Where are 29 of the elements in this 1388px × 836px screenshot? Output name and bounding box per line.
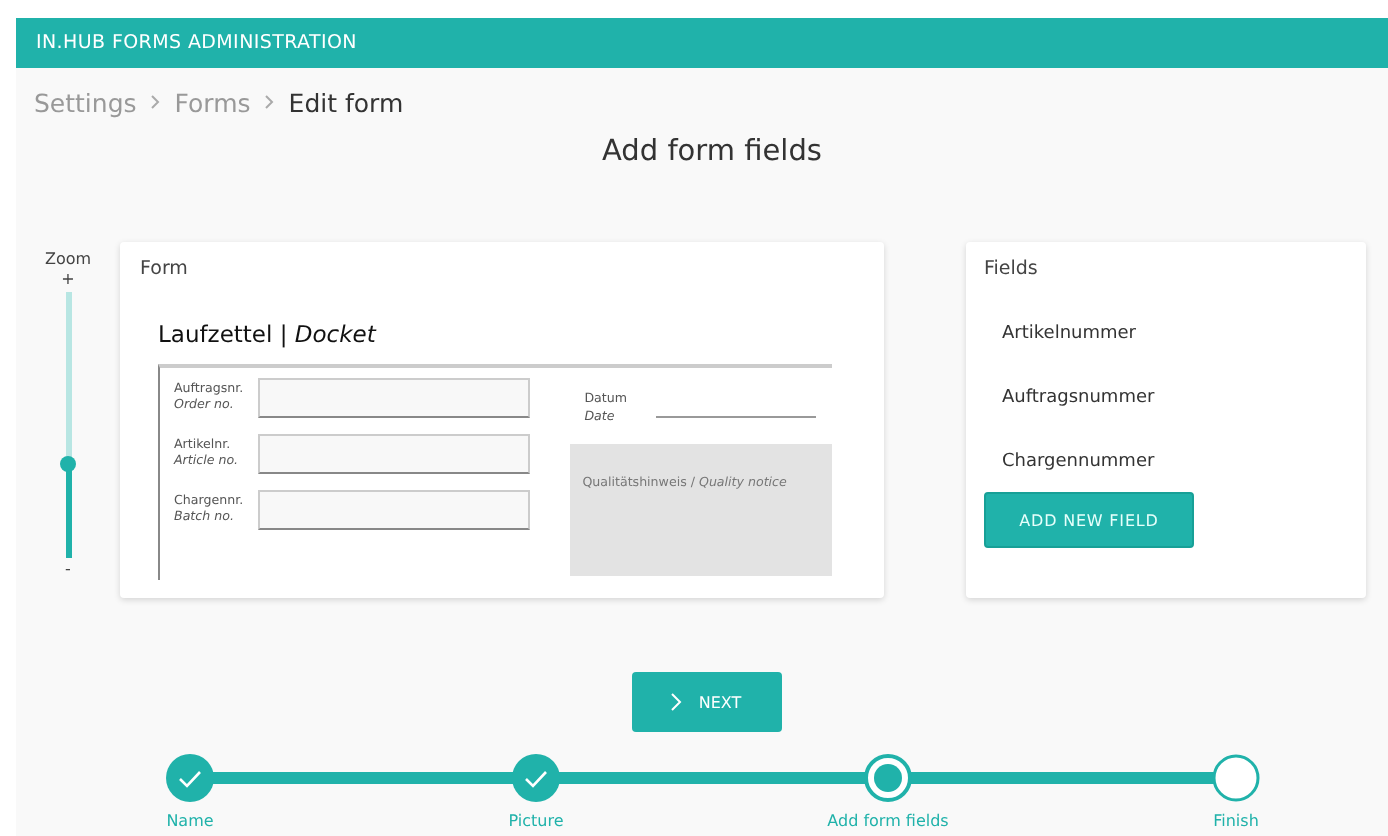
zoom-slider[interactable]: [65, 292, 71, 558]
chevron-icon: [670, 692, 683, 712]
step-label: Finish: [1213, 812, 1259, 830]
document-title: Laufzettel | Docket: [158, 320, 379, 348]
card-title: Fields: [984, 258, 1040, 280]
current-step-icon: [864, 754, 912, 802]
fill-in-line[interactable]: [656, 414, 817, 418]
empty-step-icon: [1212, 754, 1260, 802]
input-field[interactable]: [258, 378, 530, 418]
check-icon: [512, 754, 560, 802]
field-item[interactable]: Auftragsnummer: [1002, 388, 1348, 408]
input-field[interactable]: [258, 434, 530, 474]
zoom-label: Zoom: [44, 250, 92, 268]
slider-thumb[interactable]: [60, 456, 76, 473]
field-item[interactable]: Artikelnummer: [1002, 324, 1348, 344]
zoom-in-label: +: [61, 268, 75, 292]
chevron-icon: [150, 94, 161, 110]
field-item[interactable]: Chargennummer: [1002, 452, 1348, 472]
chevron-icon: [264, 94, 275, 110]
step-label: Picture: [508, 812, 564, 830]
step-label: Name: [166, 812, 214, 830]
input-field[interactable]: [258, 490, 530, 530]
breadcrumb-link[interactable]: Edit form: [288, 87, 404, 117]
zoom-out-label: -: [65, 558, 71, 582]
step-label: Add form fields: [827, 812, 949, 830]
check-icon: [166, 754, 214, 802]
page-title: Add form fields: [600, 136, 824, 168]
app-title: IN.HUB FORMS ADMINISTRATION: [36, 32, 357, 54]
card-title: Form: [140, 258, 190, 280]
